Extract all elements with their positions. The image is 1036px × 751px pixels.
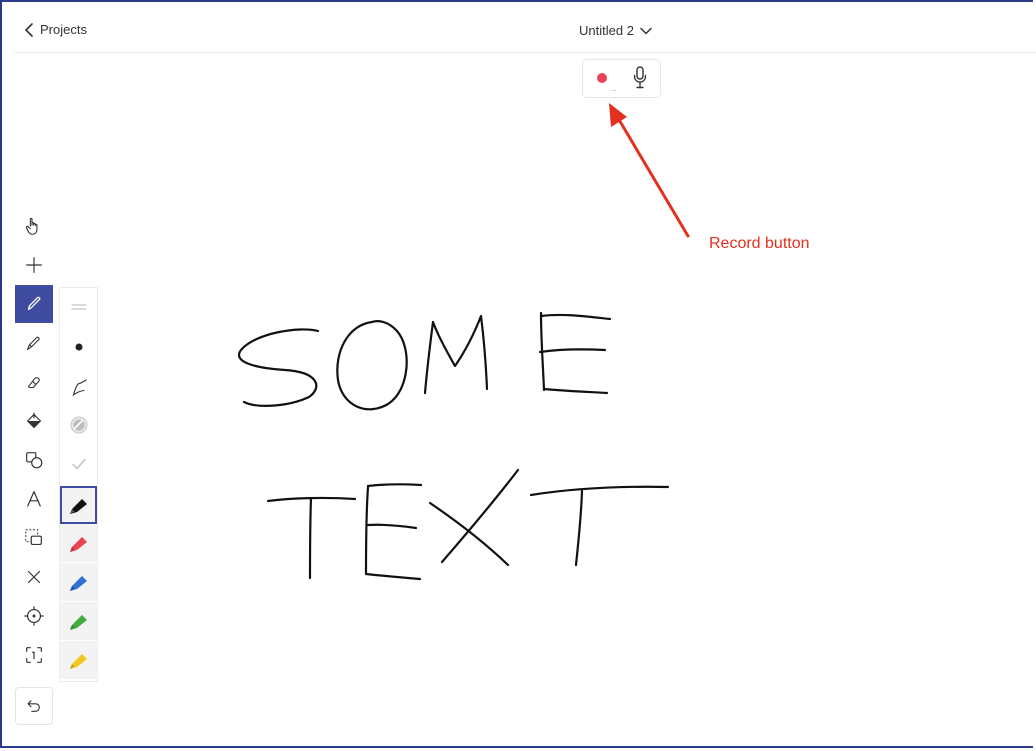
hand-tool-button[interactable] (15, 207, 53, 245)
laser-pointer-tool-button[interactable] (15, 597, 53, 635)
laser-pointer-icon (24, 606, 44, 626)
highlighter-tool-button[interactable] (15, 324, 53, 362)
confirm-option[interactable] (60, 445, 97, 483)
undo-button[interactable] (15, 687, 53, 725)
pen-tool-button[interactable] (15, 285, 53, 323)
add-tool-button[interactable] (15, 246, 53, 284)
drawing-canvas[interactable] (0, 0, 1036, 751)
shapes-icon (26, 452, 43, 469)
stroke-x2 (440, 468, 520, 564)
highlighter-icon (27, 336, 40, 350)
pen-stroke-option[interactable] (60, 367, 97, 405)
opacity-icon (70, 416, 87, 434)
text-icon (27, 491, 41, 507)
close-icon (27, 570, 41, 584)
stroke-o (336, 320, 408, 411)
stroke-e-top (539, 313, 612, 321)
stroke-e2-stem (364, 485, 370, 576)
stroke-x1 (428, 501, 510, 567)
marker-red-icon (69, 537, 87, 552)
color-swatch-green[interactable] (60, 602, 97, 640)
shapes-tool-button[interactable] (15, 441, 53, 479)
color-swatch-red[interactable] (60, 524, 97, 562)
eraser-icon (27, 377, 40, 389)
stroke-e-bot (542, 387, 609, 395)
tool-bar (15, 207, 53, 682)
stroke-m (423, 314, 489, 395)
stroke-t2-stem (574, 489, 584, 567)
marker-blue-icon (69, 576, 87, 591)
frame-capture-icon (26, 647, 42, 663)
fill-icon (26, 412, 42, 429)
stroke-t2-bar (529, 485, 670, 497)
stroke-width-option[interactable] (60, 288, 97, 326)
plus-icon (26, 257, 42, 273)
stroke-e2-mid (366, 523, 418, 530)
eraser-tool-button[interactable] (15, 363, 53, 401)
dot-size-icon (75, 343, 82, 351)
marker-black-icon (69, 499, 87, 514)
opacity-option[interactable] (60, 406, 97, 444)
marker-green-icon (69, 615, 87, 630)
stroke-width-icon (70, 304, 87, 310)
pen-options-panel (59, 287, 98, 682)
frame-capture-tool-button[interactable] (15, 636, 53, 674)
pen-stroke-icon (72, 379, 87, 397)
undo-icon (27, 700, 40, 712)
text-tool-button[interactable] (15, 480, 53, 518)
hand-icon (25, 217, 38, 235)
color-swatch-yellow[interactable] (60, 641, 97, 679)
color-swatch-blue[interactable] (60, 563, 97, 601)
pen-icon (27, 296, 41, 311)
marker-yellow-icon (69, 654, 87, 669)
fill-tool-button[interactable] (15, 402, 53, 440)
dot-size-option[interactable] (60, 328, 97, 366)
check-icon (71, 458, 86, 470)
clear-tool-button[interactable] (15, 558, 53, 596)
stroke-e2-bot (364, 572, 422, 581)
lasso-select-icon (25, 529, 42, 546)
stroke-s (238, 328, 320, 407)
color-swatch-black[interactable] (60, 486, 97, 524)
stroke-t1-stem (308, 496, 313, 580)
stroke-e-mid (538, 348, 607, 354)
stroke-e2-top (366, 483, 423, 488)
lasso-select-tool-button[interactable] (15, 519, 53, 557)
